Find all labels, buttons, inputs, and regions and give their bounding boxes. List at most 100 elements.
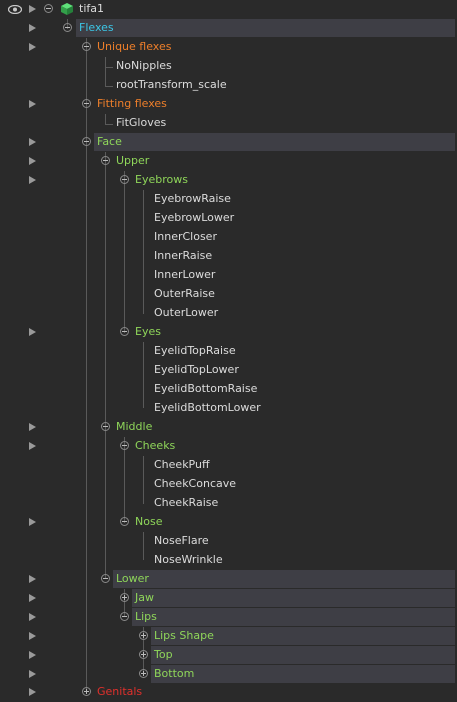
- tree-row-fitgloves[interactable]: FitGloves: [0, 114, 457, 133]
- node-label: EyelidTopRaise: [154, 344, 236, 357]
- row-highlight: [76, 19, 455, 37]
- collapse-toggle-icon[interactable]: [120, 441, 129, 450]
- tree-row-unique-flexes[interactable]: Unique flexes: [0, 38, 457, 57]
- pin-icon[interactable]: [29, 328, 36, 336]
- tree-row-cheekconcave[interactable]: CheekConcave: [0, 475, 457, 494]
- tree-row-cheeks[interactable]: Cheeks: [0, 437, 457, 456]
- node-label: InnerCloser: [154, 230, 217, 243]
- tree-row-face[interactable]: Face: [0, 133, 457, 152]
- expand-toggle-icon[interactable]: [139, 669, 148, 678]
- pin-icon[interactable]: [29, 688, 36, 696]
- node-label: OuterRaise: [154, 287, 215, 300]
- node-label: rootTransform_scale: [116, 78, 227, 91]
- expand-toggle-icon[interactable]: [139, 650, 148, 659]
- pin-icon[interactable]: [29, 575, 36, 583]
- collapse-toggle-icon[interactable]: [44, 4, 53, 13]
- tree-row-middle[interactable]: Middle: [0, 418, 457, 437]
- node-label: Eyes: [135, 325, 161, 338]
- tree-row-innercloser[interactable]: InnerCloser: [0, 228, 457, 247]
- node-label: Bottom: [154, 667, 195, 680]
- pin-icon[interactable]: [29, 423, 36, 431]
- tree-row-roottransform-scale[interactable]: rootTransform_scale: [0, 76, 457, 95]
- pin-icon[interactable]: [29, 138, 36, 146]
- tree-row-cheekpuff[interactable]: CheekPuff: [0, 456, 457, 475]
- row-highlight: [151, 646, 455, 664]
- expand-toggle-icon[interactable]: [120, 593, 129, 602]
- model-cube-icon: [61, 3, 73, 15]
- tree-row-nose[interactable]: Nose: [0, 513, 457, 532]
- pin-icon[interactable]: [29, 670, 36, 678]
- tree-row-bottom[interactable]: Bottom: [0, 665, 457, 684]
- tree-row-root[interactable]: tifa1: [0, 0, 457, 19]
- collapse-toggle-icon[interactable]: [82, 42, 91, 51]
- node-label: InnerRaise: [154, 249, 213, 262]
- node-label: NoseWrinkle: [154, 553, 223, 566]
- collapse-toggle-icon[interactable]: [120, 612, 129, 621]
- pin-icon[interactable]: [29, 24, 36, 32]
- tree-row-jaw[interactable]: Jaw: [0, 589, 457, 608]
- tree-row-top[interactable]: Top: [0, 646, 457, 665]
- node-label: InnerLower: [154, 268, 216, 281]
- tree-row-outerlower[interactable]: OuterLower: [0, 304, 457, 323]
- tree-row-eyelidtopraise[interactable]: EyelidTopRaise: [0, 342, 457, 361]
- pin-icon[interactable]: [29, 613, 36, 621]
- pin-icon[interactable]: [29, 100, 36, 108]
- tree-row-lips[interactable]: Lips: [0, 608, 457, 627]
- collapse-toggle-icon[interactable]: [120, 517, 129, 526]
- pin-icon[interactable]: [29, 176, 36, 184]
- node-label: EyelidTopLower: [154, 363, 239, 376]
- expand-toggle-icon[interactable]: [82, 687, 91, 696]
- tree-row-nonipples[interactable]: NoNipples: [0, 57, 457, 76]
- collapse-toggle-icon[interactable]: [101, 574, 110, 583]
- node-label: Eyebrows: [135, 173, 188, 186]
- tree-row-eyelidbottomlower[interactable]: EyelidBottomLower: [0, 399, 457, 418]
- tree-row-eyebrowlower[interactable]: EyebrowLower: [0, 209, 457, 228]
- node-label: FitGloves: [116, 116, 167, 129]
- node-label: OuterLower: [154, 306, 219, 319]
- row-highlight: [132, 589, 455, 607]
- node-label: Unique flexes: [97, 40, 172, 53]
- pin-icon[interactable]: [29, 651, 36, 659]
- collapse-toggle-icon[interactable]: [120, 327, 129, 336]
- node-label: Top: [154, 648, 173, 661]
- collapse-toggle-icon[interactable]: [120, 175, 129, 184]
- row-highlight: [132, 608, 455, 626]
- tree-row-eyelidtoplower[interactable]: EyelidTopLower: [0, 361, 457, 380]
- tree-row-lips-shape[interactable]: Lips Shape: [0, 627, 457, 646]
- tree-row-nosewrinkle[interactable]: NoseWrinkle: [0, 551, 457, 570]
- pin-icon[interactable]: [29, 5, 36, 13]
- pin-icon[interactable]: [29, 43, 36, 51]
- collapse-toggle-icon[interactable]: [82, 137, 91, 146]
- pin-icon[interactable]: [29, 442, 36, 450]
- tree-row-innerraise[interactable]: InnerRaise: [0, 247, 457, 266]
- tree-row-innerlower[interactable]: InnerLower: [0, 266, 457, 285]
- tree-row-eyes[interactable]: Eyes: [0, 323, 457, 342]
- collapse-toggle-icon[interactable]: [101, 422, 110, 431]
- tree-row-cheekraise[interactable]: CheekRaise: [0, 494, 457, 513]
- pin-icon[interactable]: [29, 157, 36, 165]
- tree-row-flexes[interactable]: Flexes: [0, 19, 457, 38]
- collapse-toggle-icon[interactable]: [63, 23, 72, 32]
- pin-icon[interactable]: [29, 594, 36, 602]
- tree-row-genitals[interactable]: Genitals: [0, 683, 457, 702]
- tree-row-eyelidbottomraise[interactable]: EyelidBottomRaise: [0, 380, 457, 399]
- node-label: tifa1: [79, 2, 104, 15]
- collapse-toggle-icon[interactable]: [101, 156, 110, 165]
- pin-icon[interactable]: [29, 518, 36, 526]
- node-label: Nose: [135, 515, 163, 528]
- tree-row-outerraise[interactable]: OuterRaise: [0, 285, 457, 304]
- tree-row-upper[interactable]: Upper: [0, 152, 457, 171]
- expand-toggle-icon[interactable]: [139, 631, 148, 640]
- tree-row-noseflare[interactable]: NoseFlare: [0, 532, 457, 551]
- eye-icon[interactable]: [8, 5, 22, 14]
- pin-icon[interactable]: [29, 632, 36, 640]
- tree-row-lower[interactable]: Lower: [0, 570, 457, 589]
- collapse-toggle-icon[interactable]: [82, 99, 91, 108]
- node-label: EyebrowRaise: [154, 192, 231, 205]
- tree-row-eyebrowraise[interactable]: EyebrowRaise: [0, 190, 457, 209]
- tree-row-eyebrows[interactable]: Eyebrows: [0, 171, 457, 190]
- node-label: Lips: [135, 610, 157, 623]
- tree-row-fitting-flexes[interactable]: Fitting flexes: [0, 95, 457, 114]
- node-label: EyelidBottomRaise: [154, 382, 258, 395]
- node-label: CheekRaise: [154, 496, 219, 509]
